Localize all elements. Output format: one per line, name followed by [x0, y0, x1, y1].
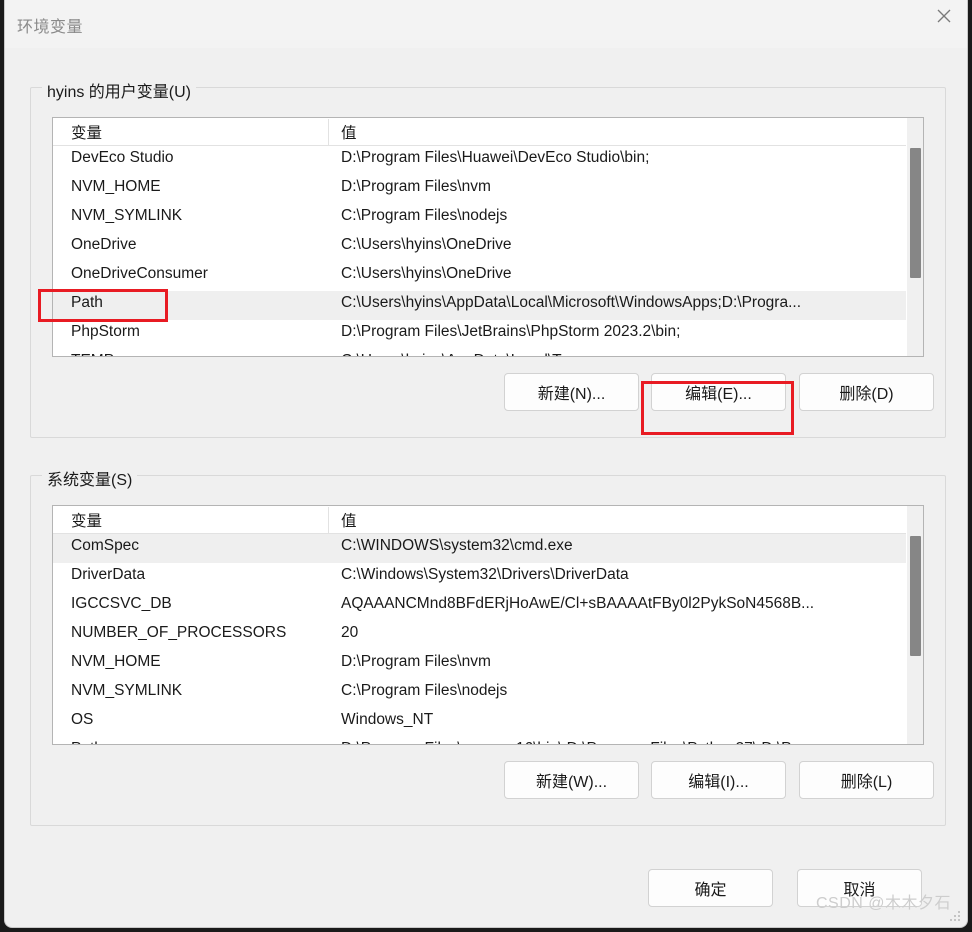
table-row[interactable]: IGCCSVC_DB AQAAANCMnd8BFdERjHoAwE/Cl+sBAA… [53, 592, 906, 621]
user-variable-name: DevEco Studio [71, 149, 174, 166]
table-row[interactable]: NUMBER_OF_PROCESSORS 20 [53, 621, 906, 650]
system-new-button[interactable]: 新建(W)... [504, 761, 639, 799]
system-variable-name: NUMBER_OF_PROCESSORS [71, 624, 287, 641]
system-delete-button[interactable]: 删除(L) [799, 761, 934, 799]
user-delete-button[interactable]: 删除(D) [799, 373, 934, 411]
title-bar: 环境变量 [5, 0, 967, 48]
table-row[interactable]: NVM_HOME D:\Program Files\nvm [53, 175, 906, 204]
user-variable-value: C:\Users\hyins\AppData\Local\Temp [341, 352, 906, 356]
table-row[interactable]: OneDriveConsumer C:\Users\hyins\OneDrive [53, 262, 906, 291]
user-variable-value: C:\Users\hyins\OneDrive [341, 236, 512, 253]
system-list-scrollbar[interactable] [906, 506, 923, 744]
environment-variables-dialog: 环境变量 hyins 的用户变量(U) 变量 值 DevEco Studio D:… [4, 0, 968, 928]
user-column-header-name[interactable]: 变量 [71, 121, 102, 143]
system-variable-value: Windows_NT [341, 711, 434, 728]
table-row[interactable]: NVM_HOME D:\Program Files\nvm [53, 650, 906, 679]
table-row[interactable]: DriverData C:\Windows\System32\Drivers\Dr… [53, 563, 906, 592]
user-variable-name: TEMP [71, 352, 323, 356]
user-new-button[interactable]: 新建(N)... [504, 373, 639, 411]
window-title: 环境变量 [17, 19, 84, 36]
user-column-divider [328, 119, 329, 145]
system-variable-name: DriverData [71, 566, 146, 583]
resize-grip-icon[interactable] [950, 911, 962, 923]
system-variable-name: ComSpec [71, 537, 140, 554]
user-edit-button[interactable]: 编辑(E)... [651, 373, 786, 411]
user-list-header: 变量 值 [53, 118, 923, 146]
system-variable-value: C:\Windows\System32\Drivers\DriverData [341, 566, 629, 583]
user-variable-name: OneDrive [71, 236, 137, 253]
table-row[interactable]: OS Windows_NT [53, 708, 906, 737]
table-row[interactable]: PhpStorm D:\Program Files\JetBrains\PhpSt… [53, 320, 906, 349]
table-row[interactable]: OneDrive C:\Users\hyins\OneDrive [53, 233, 906, 262]
system-scroll-thumb[interactable] [910, 536, 921, 656]
system-edit-button[interactable]: 编辑(I)... [651, 761, 786, 799]
system-list-header: 变量 值 [53, 506, 923, 534]
user-variables-title: hyins 的用户变量(U) [42, 78, 197, 102]
system-variable-value: 20 [341, 624, 359, 641]
user-variable-value: D:\Program Files\JetBrains\PhpStorm 2023… [341, 323, 681, 340]
system-variable-name: OS [71, 711, 94, 728]
user-list-body: DevEco Studio D:\Program Files\Huawei\Dev… [53, 146, 906, 356]
user-variables-listview[interactable]: 变量 值 DevEco Studio D:\Program Files\Huawe… [52, 117, 924, 357]
system-variable-value: C:\WINDOWS\system32\cmd.exe [341, 537, 573, 554]
system-variable-value: D:\Program Files\nvm [341, 653, 491, 670]
table-row[interactable]: TEMP C:\Users\hyins\AppData\Local\Temp [53, 349, 906, 356]
system-variables-listview[interactable]: 变量 值 ComSpec C:\WINDOWS\system32\cmd.exe D… [52, 505, 924, 745]
system-variables-title: 系统变量(S) [42, 466, 138, 490]
user-variable-value: D:\Program Files\nvm [341, 178, 491, 195]
table-row[interactable]: NVM_SYMLINK C:\Program Files\nodejs [53, 679, 906, 708]
user-list-scrollbar[interactable] [906, 118, 923, 356]
user-variable-name: NVM_HOME [71, 178, 161, 195]
user-variable-name: NVM_SYMLINK [71, 207, 183, 224]
user-scroll-thumb[interactable] [910, 148, 921, 278]
user-variable-value: D:\Program Files\Huawei\DevEco Studio\bi… [341, 149, 650, 166]
table-row[interactable]: Path C:\Users\hyins\AppData\Local\Microso… [53, 291, 906, 320]
user-variable-value: C:\Users\hyins\AppData\Local\Microsoft\W… [341, 294, 802, 311]
table-row[interactable]: Path D:\Program Files\vmware16\bin\;D:\Pr… [53, 737, 906, 744]
table-row[interactable]: DevEco Studio D:\Program Files\Huawei\Dev… [53, 146, 906, 175]
table-row[interactable]: ComSpec C:\WINDOWS\system32\cmd.exe [53, 534, 906, 563]
system-variables-group: 系统变量(S) 变量 值 ComSpec C:\WINDOWS\system32\… [30, 466, 946, 826]
system-variable-value: AQAAANCMnd8BFdERjHoAwE/Cl+sBAAAAtFBy0l2P… [341, 595, 815, 612]
system-column-header-name[interactable]: 变量 [71, 509, 102, 531]
user-column-header-value[interactable]: 值 [341, 121, 357, 143]
system-variable-value: C:\Program Files\nodejs [341, 682, 508, 699]
user-variable-name: Path [71, 294, 103, 311]
user-variable-name: PhpStorm [71, 323, 140, 340]
system-variable-name: IGCCSVC_DB [71, 595, 172, 612]
system-column-divider [328, 507, 329, 533]
system-column-header-value[interactable]: 值 [341, 509, 357, 531]
user-variable-name: OneDriveConsumer [71, 265, 208, 282]
close-icon[interactable] [920, 0, 967, 32]
user-variable-value: C:\Program Files\nodejs [341, 207, 508, 224]
system-list-body: ComSpec C:\WINDOWS\system32\cmd.exe Driver… [53, 534, 906, 744]
system-variable-value: D:\Program Files\vmware16\bin\;D:\Progra… [341, 740, 906, 744]
ok-button[interactable]: 确定 [648, 869, 773, 907]
watermark: CSDN @木木夕石 [815, 895, 951, 912]
system-variable-name: Path [71, 740, 323, 744]
system-variable-name: NVM_HOME [71, 653, 161, 670]
user-variables-group: hyins 的用户变量(U) 变量 值 DevEco Studio D:\Prog… [30, 78, 946, 438]
system-variable-name: NVM_SYMLINK [71, 682, 183, 699]
user-variable-value: C:\Users\hyins\OneDrive [341, 265, 512, 282]
table-row[interactable]: NVM_SYMLINK C:\Program Files\nodejs [53, 204, 906, 233]
